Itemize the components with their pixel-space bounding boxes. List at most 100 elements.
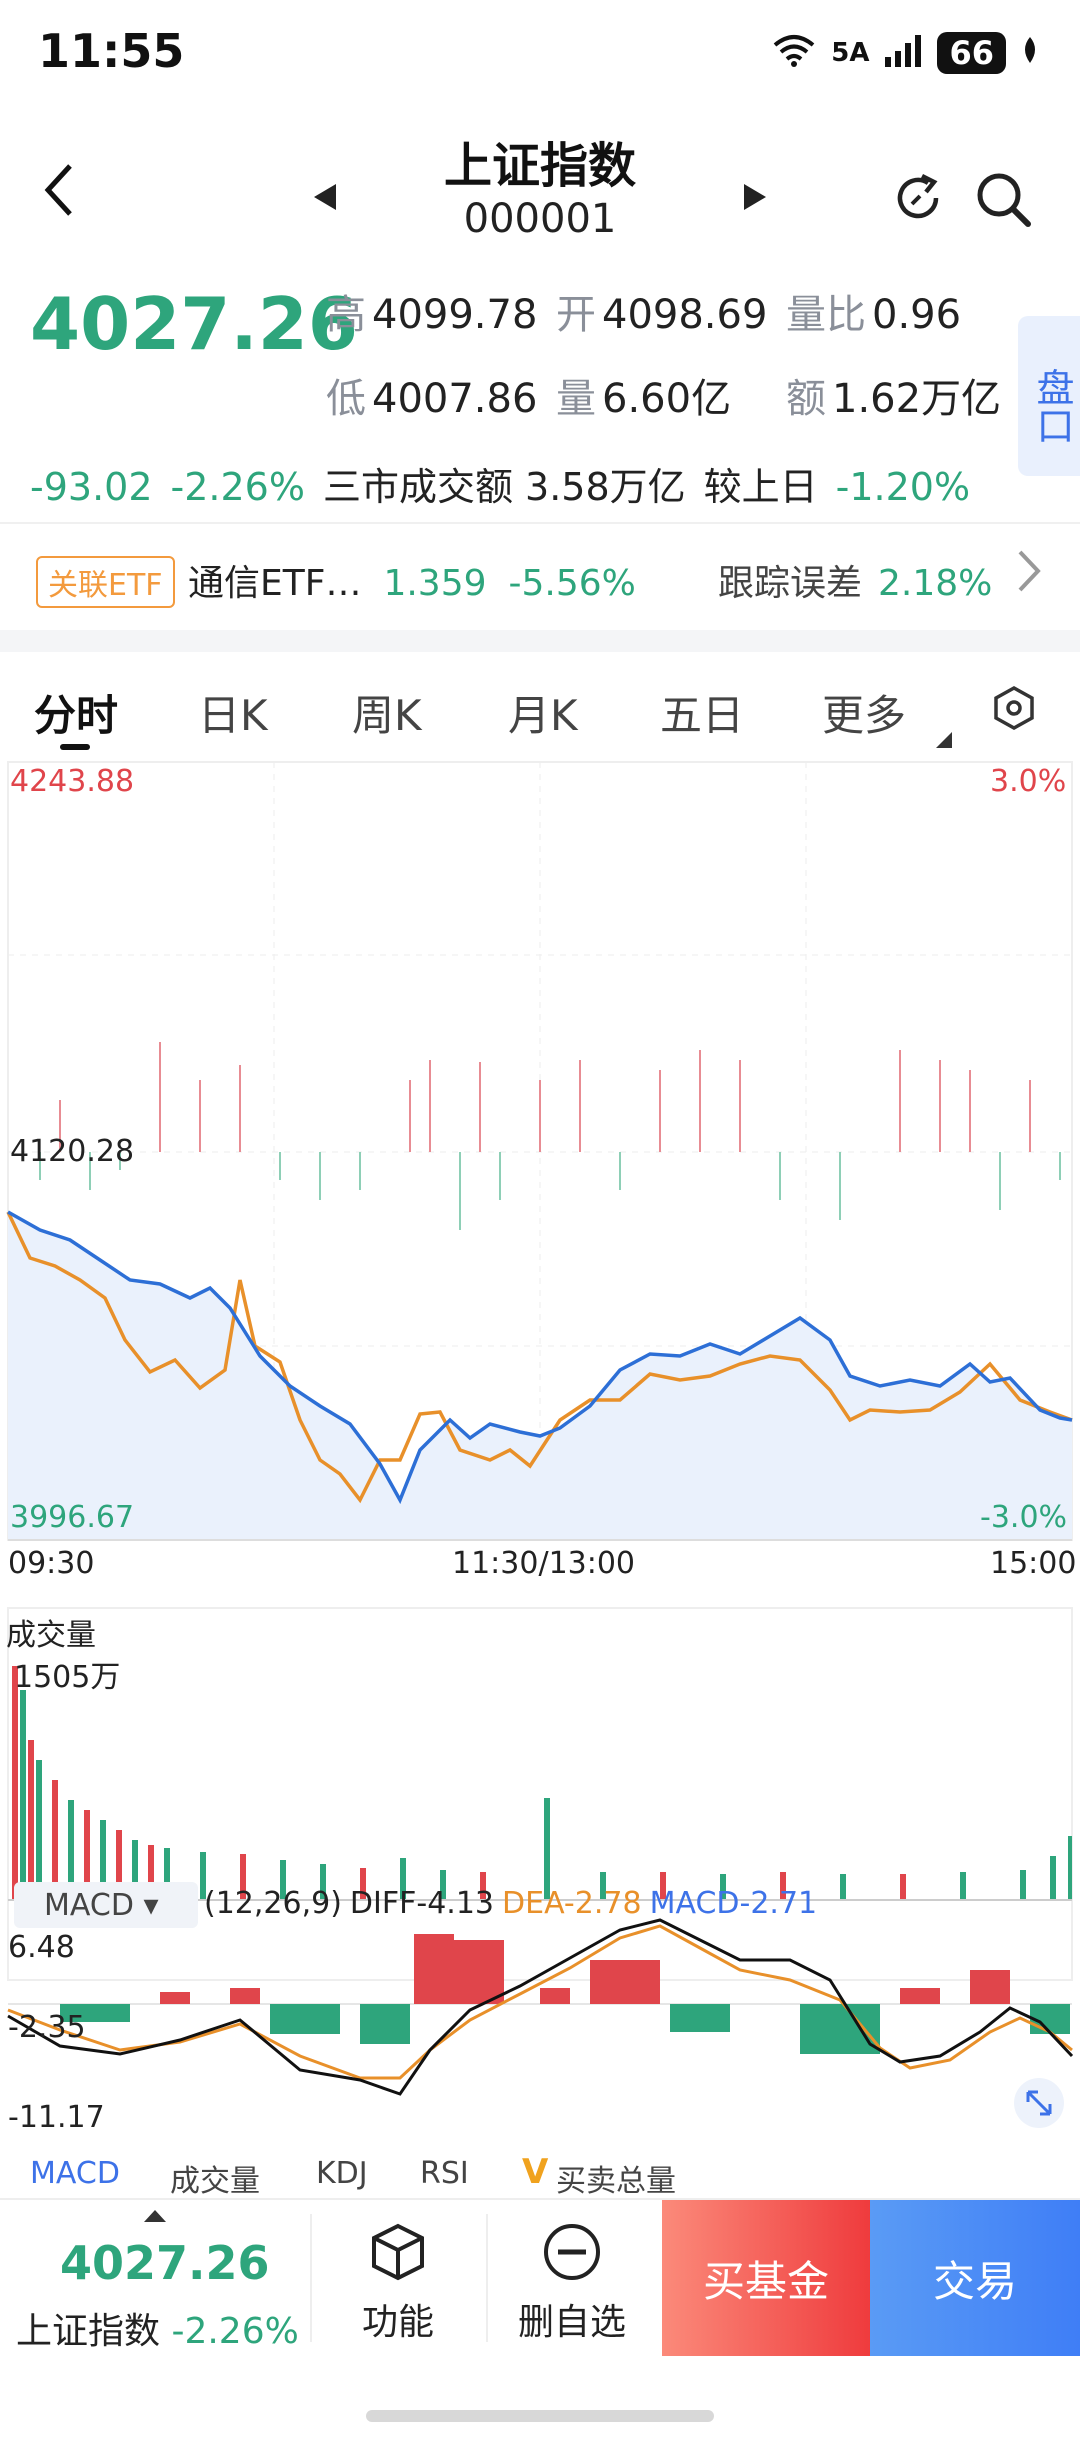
indicator-tab-volume[interactable]: 成交量 xyxy=(170,2156,260,2200)
macd-values: (12,26,9) DIFF-4.13 DEA-2.78 MACD-2.71 xyxy=(204,1886,817,1921)
tracking-label: 跟踪误差 xyxy=(718,563,863,604)
tab-intraday[interactable]: 分时 xyxy=(34,682,118,743)
vip-v-icon: V xyxy=(522,2152,549,2192)
pankou-button[interactable]: 盘口 xyxy=(1018,316,1080,476)
network-label: 5A xyxy=(831,38,870,68)
cube-icon xyxy=(372,2223,424,2281)
ratio-label: 量比 xyxy=(786,292,866,338)
dropdown-corner-icon xyxy=(934,730,954,754)
volume-group: 量 6.60亿 xyxy=(556,366,731,424)
function-button[interactable]: 功能 xyxy=(318,2220,478,2345)
buy-fund-button[interactable]: 买基金 xyxy=(662,2200,870,2356)
etf-price: 1.359 xyxy=(383,563,487,604)
divider xyxy=(310,2214,312,2342)
bottom-stock-name: 上证指数 xyxy=(16,2311,161,2352)
pct-bottom-label: -3.0% xyxy=(980,1500,1068,1535)
indicator-tabs: MACD 成交量 KDJ RSI V 买卖总量 xyxy=(0,2148,1080,2199)
amount-label: 额 xyxy=(786,376,826,422)
tab-five-day[interactable]: 五日 xyxy=(660,682,744,743)
trade-button[interactable]: 交易 xyxy=(870,2200,1080,2356)
macd-mid-label: -2.35 xyxy=(8,2010,86,2045)
open-value: 4098.69 xyxy=(602,292,768,338)
low-group: 低 4007.86 xyxy=(326,366,537,424)
indicator-tab-macd[interactable]: MACD xyxy=(30,2156,120,2191)
search-button[interactable] xyxy=(972,168,1036,236)
status-icons: 5A 66 xyxy=(771,32,1040,74)
price-bottom-label: 3996.67 xyxy=(10,1500,135,1535)
market-turnover: 三市成交额 3.58万亿 xyxy=(322,465,686,509)
macd-histogram xyxy=(60,1934,1070,2054)
settings-hexagon-icon[interactable] xyxy=(990,684,1038,736)
bottom-stock-pct: -2.26% xyxy=(171,2311,299,2352)
diff-value: DIFF-4.13 xyxy=(349,1886,495,1921)
open-label: 开 xyxy=(556,292,596,338)
divider xyxy=(0,630,1080,652)
tab-daily-k[interactable]: 日K xyxy=(198,682,268,743)
low-label: 低 xyxy=(326,376,366,422)
indicator-tab-order-total[interactable]: 买卖总量 xyxy=(556,2156,676,2200)
time-mid-label: 11:30/13:00 xyxy=(452,1546,636,1581)
volume-value: 6.60亿 xyxy=(602,376,732,422)
tab-weekly-k[interactable]: 周K xyxy=(352,682,422,743)
etf-percent: -5.56% xyxy=(508,563,636,604)
tab-monthly-k[interactable]: 月K xyxy=(508,682,578,743)
indicator-tab-rsi[interactable]: RSI xyxy=(420,2156,469,2191)
change-value: -93.02 xyxy=(30,465,153,509)
amount-group: 额 1.62万亿 xyxy=(786,366,1001,424)
vs-prev-value: -1.20% xyxy=(835,465,971,509)
function-label: 功能 xyxy=(361,2302,434,2343)
refresh-icon xyxy=(897,173,939,219)
pankou-label: 盘口 xyxy=(1030,368,1074,444)
etf-bar[interactable]: 关联ETF 通信ETF… 1.359 -5.56% 跟踪误差 2.18% xyxy=(0,522,1080,630)
etf-name: 通信ETF… xyxy=(188,563,362,604)
etf-badge: 关联ETF xyxy=(36,556,175,608)
current-price: 4027.26 xyxy=(30,282,358,366)
signal-icon xyxy=(883,33,923,74)
divider xyxy=(486,2214,488,2342)
low-value: 4007.86 xyxy=(372,376,538,422)
volume-max-label: 1505万 xyxy=(14,1660,121,1695)
price-top-label: 4243.88 xyxy=(10,764,135,799)
high-value: 4099.78 xyxy=(372,292,538,338)
tab-indicator xyxy=(60,744,90,750)
macd-params: (12,26,9) xyxy=(204,1886,342,1921)
expand-icon xyxy=(1026,2090,1052,2116)
status-bar: 11:55 5A 66 xyxy=(0,0,1080,110)
volume-ticks xyxy=(39,1042,1061,1230)
ratio-group: 量比 0.96 xyxy=(786,282,961,340)
macd-bottom-label: -11.17 xyxy=(8,2100,105,2135)
bottom-stock[interactable]: 上证指数 -2.26% xyxy=(16,2302,299,2354)
volume-bars xyxy=(12,1666,1072,1900)
ratio-value: 0.96 xyxy=(872,292,962,338)
prev-stock-button[interactable] xyxy=(310,180,340,218)
caret-up-icon xyxy=(142,2208,168,2228)
next-stock-button[interactable] xyxy=(740,180,770,218)
quote-row-1: 高 4099.78 xyxy=(326,282,537,340)
macd-value: MACD-2.71 xyxy=(649,1886,818,1921)
battery-indicator: 66 xyxy=(937,32,1006,74)
change-percent: -2.26% xyxy=(170,465,305,509)
bottom-price: 4027.26 xyxy=(60,2236,270,2290)
home-indicator[interactable] xyxy=(366,2410,714,2422)
change-row: -93.02 -2.26% 三市成交额 3.58万亿 较上日 -1.20% xyxy=(30,456,970,511)
chevron-right-icon[interactable] xyxy=(1014,546,1044,608)
search-icon xyxy=(977,173,1031,227)
remove-watchlist-button[interactable]: 删自选 xyxy=(492,2220,652,2345)
macd-selector[interactable]: MACD ▾ xyxy=(14,1882,198,1928)
triangle-left-icon xyxy=(314,184,336,210)
expand-button[interactable] xyxy=(1014,2078,1064,2128)
minus-circle-icon xyxy=(544,2224,600,2280)
indicator-tab-kdj[interactable]: KDJ xyxy=(316,2156,368,2191)
tab-more[interactable]: 更多 xyxy=(822,682,906,743)
volume-label: 量 xyxy=(556,376,596,422)
price-mid-label: 4120.28 xyxy=(10,1134,135,1169)
refresh-button[interactable] xyxy=(888,168,948,232)
open-group: 开 4098.69 xyxy=(556,282,767,340)
chart-tabs: 分时 日K 周K 月K 五日 更多 xyxy=(0,668,1080,750)
tracking-error: 跟踪误差 2.18% xyxy=(718,554,992,606)
etf-info: 通信ETF… 1.359 -5.56% xyxy=(188,554,636,606)
time-start-label: 09:30 xyxy=(8,1546,95,1581)
bottom-bar: 4027.26 上证指数 -2.26% 功能 删自选 买基金 交易 xyxy=(0,2198,1080,2356)
intraday-chart[interactable] xyxy=(0,760,1080,2160)
status-time: 11:55 xyxy=(38,24,185,78)
